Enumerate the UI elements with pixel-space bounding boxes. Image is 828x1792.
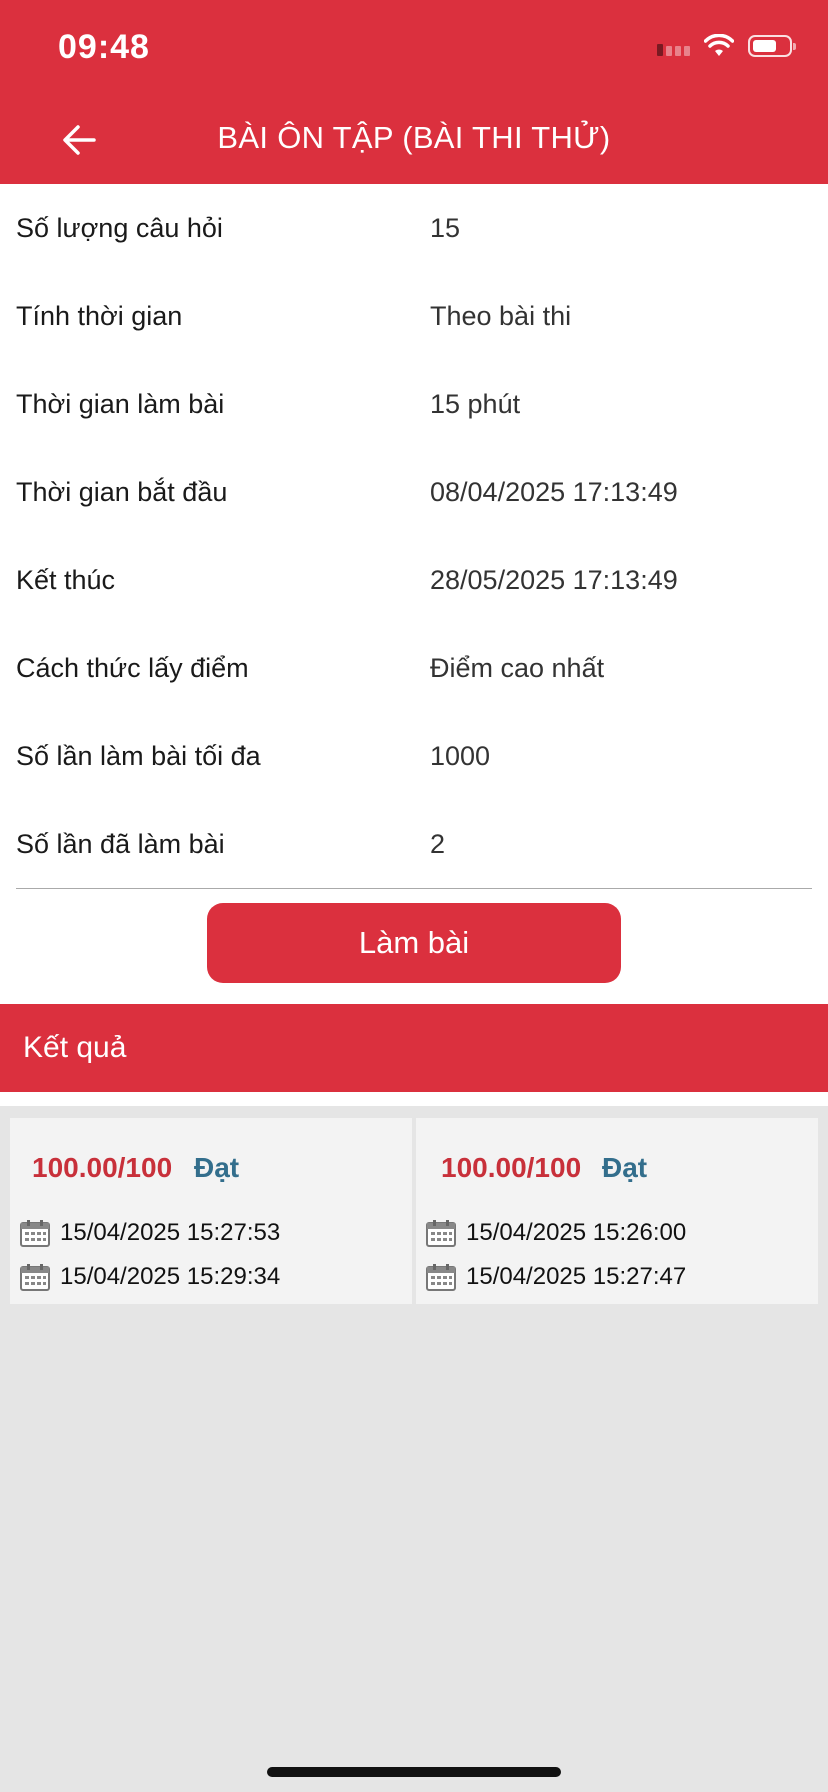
wifi-icon [704, 34, 734, 56]
end-time: 15/04/2025 15:27:47 [466, 1263, 687, 1290]
exam-info-panel: Số lượng câu hỏi 15 Tính thời gian Theo … [0, 184, 828, 1004]
info-row: Số lần đã làm bài 2 [16, 800, 812, 888]
info-value: Điểm cao nhất [430, 652, 605, 683]
calendar-icon [20, 1220, 50, 1247]
battery-icon [748, 35, 796, 57]
result-status: Đạt [194, 1152, 240, 1183]
calendar-icon [426, 1264, 456, 1291]
info-row: Thời gian bắt đầu 08/04/2025 17:13:49 [16, 448, 812, 536]
start-time-row: 15/04/2025 15:26:00 [426, 1219, 686, 1247]
info-value: 15 phút [430, 388, 521, 419]
info-value: 15 [430, 212, 461, 243]
info-label: Số lượng câu hỏi [16, 212, 223, 243]
start-time-row: 15/04/2025 15:27:53 [20, 1219, 280, 1247]
info-value: 1000 [430, 740, 491, 771]
info-label: Tính thời gian [16, 300, 183, 331]
info-value: Theo bài thi [430, 300, 572, 331]
info-row: Tính thời gian Theo bài thi [16, 272, 812, 360]
info-value: 08/04/2025 17:13:49 [430, 476, 678, 507]
calendar-icon [20, 1264, 50, 1291]
signal-icon [657, 36, 690, 56]
info-row: Cách thức lấy điểm Điểm cao nhất [16, 624, 812, 712]
result-score: 100.00/100 [441, 1152, 582, 1183]
results-header: Kết quả [0, 1004, 828, 1092]
info-value: 28/05/2025 17:13:49 [430, 564, 678, 595]
start-exam-button[interactable]: Làm bài [207, 903, 621, 983]
start-time: 15/04/2025 15:27:53 [60, 1219, 281, 1246]
result-status: Đạt [602, 1152, 648, 1183]
end-time: 15/04/2025 15:29:34 [60, 1263, 281, 1290]
info-row: Số lần làm bài tối đa 1000 [16, 712, 812, 800]
info-label: Số lần làm bài tối đa [16, 740, 261, 771]
spacer [0, 1092, 828, 1106]
info-row: Số lượng câu hỏi 15 [16, 184, 812, 272]
info-label: Kết thúc [16, 564, 116, 595]
divider [16, 888, 812, 889]
info-row: Kết thúc 28/05/2025 17:13:49 [16, 536, 812, 624]
info-label: Thời gian làm bài [16, 388, 225, 419]
calendar-icon [426, 1220, 456, 1247]
info-label: Thời gian bắt đầu [16, 476, 228, 507]
start-time: 15/04/2025 15:26:00 [466, 1219, 687, 1246]
result-card[interactable]: 100.00/100 Đạt 15/04/2025 15:27:53 15/04… [10, 1118, 412, 1304]
info-label: Cách thức lấy điểm [16, 652, 249, 683]
info-row: Thời gian làm bài 15 phút [16, 360, 812, 448]
page-title: BÀI ÔN TẬP (BÀI THI THỬ) [217, 120, 611, 155]
info-value: 2 [430, 828, 446, 859]
end-time-row: 15/04/2025 15:29:34 [20, 1263, 280, 1291]
result-score: 100.00/100 [32, 1152, 173, 1183]
info-label: Số lần đã làm bài [16, 828, 225, 859]
end-time-row: 15/04/2025 15:27:47 [426, 1263, 686, 1291]
result-card[interactable]: 100.00/100 Đạt 15/04/2025 15:26:00 15/04… [416, 1118, 818, 1304]
home-indicator[interactable] [267, 1767, 561, 1777]
app-header: 09:48 BÀI ÔN TẬP (BÀI THI THỬ) [0, 0, 828, 184]
status-icons [657, 34, 796, 58]
status-time: 09:48 [58, 28, 150, 66]
